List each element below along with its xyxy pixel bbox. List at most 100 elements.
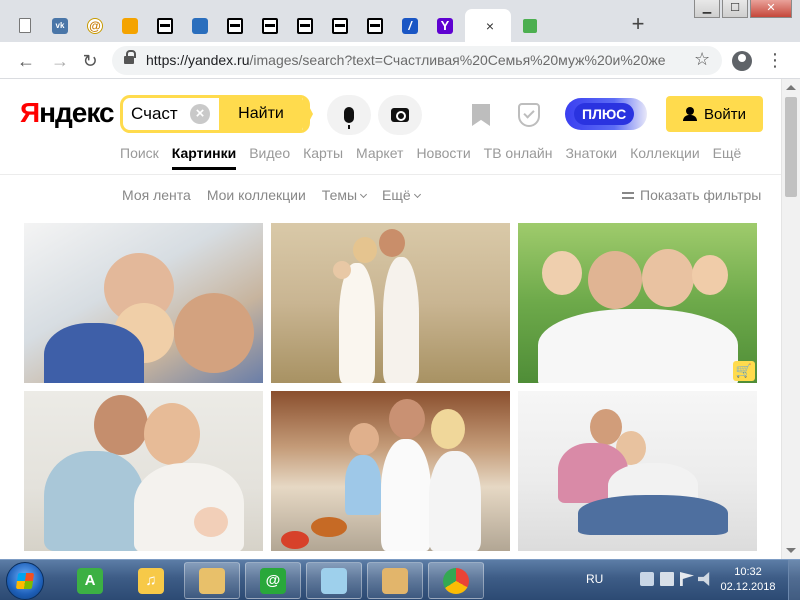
tab-favicon-icon: vk — [52, 17, 68, 34]
service-link[interactable]: Знатоки — [565, 145, 617, 171]
tab-favicon-icon — [19, 18, 31, 33]
plus-button[interactable]: ПЛЮС — [565, 98, 647, 130]
account-icon[interactable] — [732, 51, 752, 71]
show-filters-button[interactable]: Показать фильтры — [622, 187, 761, 203]
scroll-thumb[interactable] — [785, 97, 797, 197]
browser-menu-icon[interactable]: ⋮ — [766, 48, 784, 72]
browser-tab[interactable] — [10, 9, 40, 42]
image-result[interactable] — [24, 391, 263, 551]
themes-dropdown[interactable]: Темы — [322, 187, 368, 203]
image-search-button[interactable] — [378, 95, 422, 135]
browser-tab[interactable]: Y — [430, 9, 460, 42]
forward-button[interactable]: → — [48, 49, 72, 73]
back-button[interactable]: ← — [14, 49, 38, 73]
protection-shield-icon[interactable] — [518, 103, 540, 127]
browser-tab[interactable] — [255, 9, 285, 42]
browser-tab[interactable] — [150, 9, 180, 42]
system-clock[interactable]: 10:32 02.12.2018 — [716, 565, 780, 595]
music-app[interactable]: ♫ — [123, 562, 179, 599]
search-button[interactable]: Найти — [219, 95, 313, 133]
more-dropdown[interactable]: Ещё — [382, 187, 421, 203]
browser-tab[interactable]: vk — [45, 9, 75, 42]
tab-favicon-icon: / — [402, 17, 418, 34]
my-collections-link[interactable]: Мои коллекции — [207, 187, 306, 203]
paint-app[interactable] — [367, 562, 423, 599]
tab-strip: vk @ / Y × + ▁ ☐ ✕ — [0, 0, 800, 42]
notepad-app[interactable] — [306, 562, 362, 599]
url-text[interactable]: https://yandex.ru/images/search?text=Сча… — [146, 52, 666, 68]
browser-tab[interactable] — [360, 9, 390, 42]
network-tray-icon[interactable] — [660, 572, 674, 586]
service-link[interactable]: Ещё — [713, 145, 742, 171]
service-link[interactable]: Маркет — [356, 145, 403, 171]
browser-toolbar: ← → ↻ https://yandex.ru/images/search?te… — [0, 42, 800, 79]
login-label: Войти — [704, 105, 746, 123]
paint-icon — [382, 567, 408, 594]
tab-favicon-icon — [332, 17, 348, 34]
browser-tab[interactable] — [515, 9, 545, 42]
music-icon: ♫ — [138, 567, 164, 594]
minimize-button[interactable]: ▁ — [694, 0, 720, 18]
scroll-up-arrow-icon[interactable] — [786, 85, 796, 90]
browser-tab[interactable]: @ — [80, 9, 110, 42]
tab-favicon-icon: @ — [87, 17, 103, 34]
image-result[interactable] — [24, 223, 263, 383]
browser-tab[interactable] — [290, 9, 320, 42]
collections-bookmark-icon[interactable] — [472, 104, 490, 126]
alisa-app[interactable]: A — [62, 562, 118, 599]
browser-tab[interactable]: / — [395, 9, 425, 42]
voice-search-button[interactable] — [327, 95, 371, 135]
yandex-logo[interactable]: Яндекс — [20, 97, 115, 129]
notepad-icon — [321, 567, 347, 594]
login-button[interactable]: Войти — [666, 96, 763, 132]
screen: vk @ / Y × + ▁ ☐ ✕ ← → ↻ https://yandex.ru/i… — [0, 0, 800, 600]
bookmark-star-icon[interactable]: ☆ — [694, 49, 710, 70]
explorer-app[interactable] — [184, 562, 240, 599]
service-link[interactable]: Картинки — [171, 145, 237, 171]
start-button[interactable] — [6, 562, 44, 600]
logo-letter: Я — [20, 97, 40, 128]
image-result[interactable] — [518, 391, 757, 551]
close-window-button[interactable]: ✕ — [750, 0, 792, 18]
active-tab[interactable]: × — [465, 9, 511, 42]
maximize-button[interactable]: ☐ — [722, 0, 748, 18]
my-feed-link[interactable]: Моя лента — [122, 187, 191, 203]
taskbar: A ♫ @ RU 10:32 02.12.2018 — [0, 559, 800, 600]
language-indicator[interactable]: RU — [586, 572, 603, 586]
show-desktop-button[interactable] — [788, 560, 800, 600]
clock-time: 10:32 — [734, 566, 762, 578]
service-link[interactable]: Коллекции — [630, 145, 700, 171]
keyboard-tray-icon[interactable] — [640, 572, 654, 586]
address-bar[interactable]: https://yandex.ru/images/search?text=Сча… — [112, 46, 722, 75]
browser-tab[interactable] — [325, 9, 355, 42]
chrome-icon — [443, 567, 469, 594]
service-link[interactable]: Карты — [303, 145, 343, 171]
image-result[interactable]: 🛒 — [518, 223, 757, 383]
reload-button[interactable]: ↻ — [78, 49, 102, 73]
close-tab-icon[interactable]: × — [486, 18, 494, 34]
service-link[interactable]: Видео — [249, 145, 290, 171]
alisa-icon: A — [77, 567, 103, 594]
chrome-app[interactable] — [428, 562, 484, 599]
page-scrollbar[interactable] — [781, 79, 800, 559]
browser-tab[interactable] — [115, 9, 145, 42]
new-tab-button[interactable]: + — [626, 12, 650, 36]
service-link[interactable]: Поиск — [120, 145, 159, 171]
tab-favicon-icon — [262, 17, 278, 34]
service-link[interactable]: ТВ онлайн — [484, 145, 553, 171]
image-result[interactable] — [271, 223, 510, 383]
volume-tray-icon[interactable] — [698, 572, 710, 586]
scroll-down-arrow-icon[interactable] — [786, 548, 796, 553]
clear-search-icon[interactable]: × — [190, 104, 210, 124]
tab-favicon-icon — [297, 17, 313, 34]
tab-favicon-icon — [157, 17, 173, 34]
browser-tab[interactable] — [185, 9, 215, 42]
image-result[interactable] — [271, 391, 510, 551]
flag-tray-icon[interactable] — [680, 572, 694, 586]
mail-agent-app[interactable]: @ — [245, 562, 301, 599]
filters-sliders-icon — [622, 190, 634, 200]
user-icon — [683, 107, 697, 121]
search-input[interactable] — [131, 104, 191, 124]
service-link[interactable]: Новости — [416, 145, 470, 171]
browser-tab[interactable] — [220, 9, 250, 42]
